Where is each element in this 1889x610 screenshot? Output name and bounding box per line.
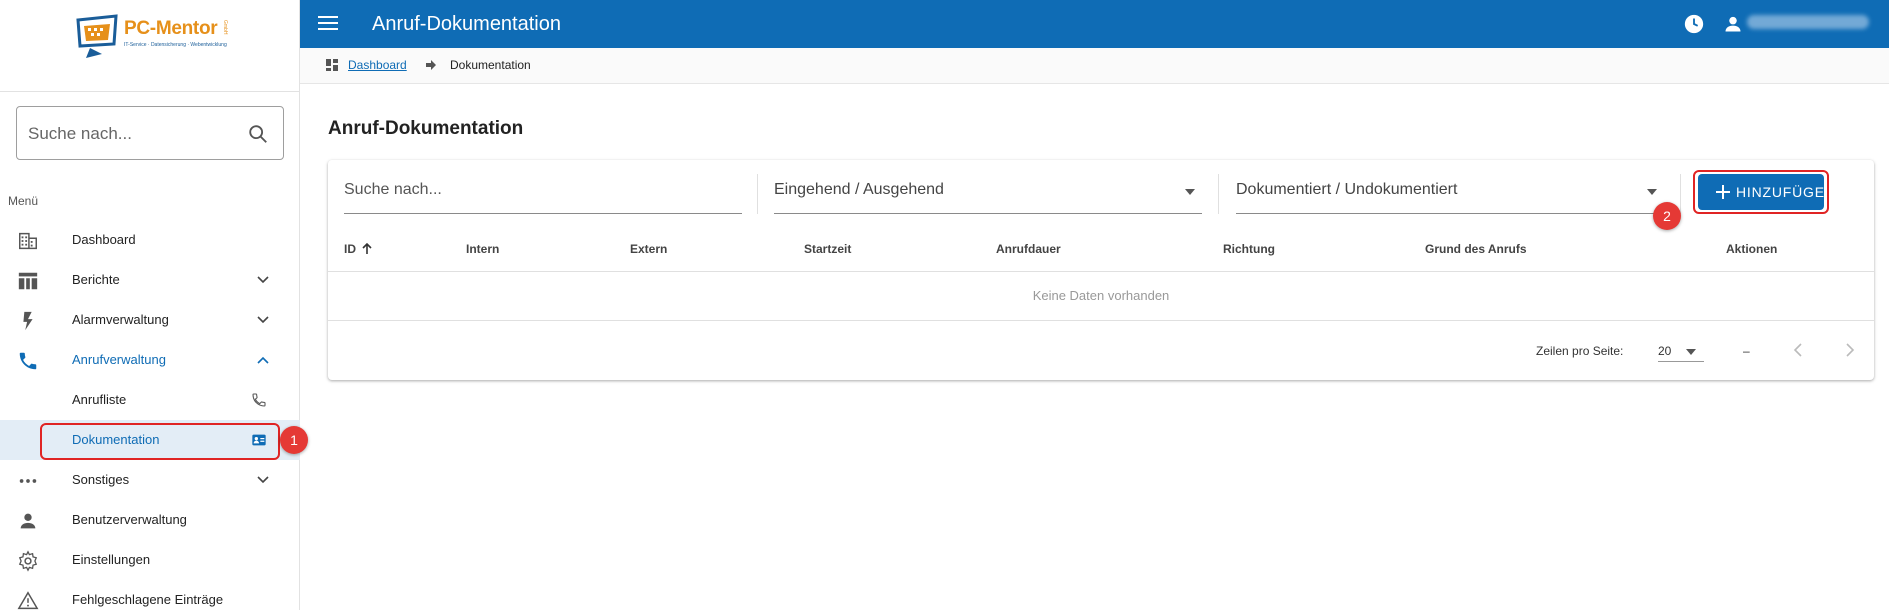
column-header-id[interactable]: ID (344, 242, 373, 256)
breadcrumb-current: Dokumentation (450, 58, 531, 72)
logo[interactable]: PC-Mentor IT-Service · Datensicherung · … (76, 12, 232, 62)
chevron-up-icon[interactable] (256, 353, 270, 367)
phone-small-icon (252, 393, 266, 407)
sidebar-item-dashboard[interactable]: Dashboard (0, 220, 300, 260)
user-name-blurred[interactable] (1747, 15, 1869, 29)
building-icon (19, 232, 37, 250)
sidebar-search-placeholder: Suche nach... (28, 124, 132, 143)
breadcrumb-dashboard-link[interactable]: Dashboard (348, 58, 407, 72)
pagination-range: – (1743, 344, 1750, 358)
documented-select[interactable]: Dokumentiert / Undokumentiert (1236, 174, 1664, 214)
sidebar-item-einstellungen[interactable]: Einstellungen (0, 540, 300, 580)
logo-title: PC-Mentor (124, 18, 218, 39)
divider (757, 174, 758, 214)
documented-select-value: Dokumentiert / Undokumentiert (1236, 181, 1458, 198)
column-header-extern[interactable]: Extern (630, 242, 667, 256)
column-header-label: ID (344, 242, 356, 256)
breadcrumb: Dashboard Dokumentation (300, 48, 1889, 84)
chevron-down-icon[interactable] (256, 313, 270, 327)
clock-icon[interactable] (1683, 13, 1705, 35)
filter-search-input[interactable]: Suche nach... (344, 174, 742, 214)
annotation-highlight-2 (1693, 170, 1829, 214)
topbar-title: Anruf-Dokumentation (372, 13, 561, 35)
logo-mark-icon (76, 14, 118, 58)
user-icon[interactable] (1723, 14, 1743, 34)
sidebar-item-label: Dashboard (72, 232, 136, 247)
rows-per-page-label: Zeilen pro Seite: (1536, 344, 1624, 358)
sidebar-item-alarmverwaltung[interactable]: Alarmverwaltung (0, 300, 300, 340)
warning-icon (17, 591, 39, 610)
column-header-richtung[interactable]: Richtung (1223, 242, 1275, 256)
chevron-down-icon[interactable] (256, 473, 270, 487)
sidebar-item-label: Einstellungen (72, 552, 151, 567)
search-icon[interactable] (247, 123, 269, 145)
sort-ascending-icon[interactable] (361, 243, 373, 255)
divider (328, 320, 1874, 321)
sidebar-item-label: Alarmverwaltung (72, 312, 169, 327)
sidebar-item-label: Fehlgeschlagene Einträge (72, 592, 224, 607)
menu-icon[interactable] (318, 15, 338, 31)
page-title: Anruf-Dokumentation (328, 118, 524, 139)
gear-icon (18, 550, 38, 572)
sidebar-item-benutzerverwaltung[interactable]: Benutzerverwaltung (0, 500, 300, 540)
menu-label: Menü (8, 194, 39, 208)
sidebar-item-label: Sonstiges (72, 472, 130, 487)
dropdown-arrow-icon (1647, 189, 1657, 195)
chevron-down-icon[interactable] (256, 273, 270, 287)
logo-subtitle: IT-Service · Datensicherung · Webentwick… (124, 42, 227, 48)
divider (1218, 174, 1219, 214)
topbar: Anruf-Dokumentation (300, 0, 1889, 48)
direction-select-value: Eingehend / Ausgehend (774, 181, 944, 198)
phone-icon (19, 352, 37, 370)
direction-select[interactable]: Eingehend / Ausgehend (774, 174, 1202, 214)
sidebar: PC-Mentor IT-Service · Datensicherung · … (0, 0, 308, 610)
divider (328, 271, 1874, 272)
annotation-badge-1: 1 (280, 426, 308, 454)
column-header-aktionen: Aktionen (1726, 242, 1778, 256)
dashboard-icon (326, 59, 338, 71)
chevron-right-icon[interactable] (1842, 341, 1858, 359)
dropdown-arrow-icon (1686, 349, 1696, 355)
arrow-right-icon (426, 60, 436, 70)
documentation-table-card: Suche nach... Eingehend / Ausgehend Doku… (328, 160, 1874, 380)
sidebar-item-label: Berichte (72, 272, 120, 287)
sidebar-item-fehlgeschlagene-eintraege[interactable]: Fehlgeschlagene Einträge (0, 580, 300, 610)
person-icon (20, 513, 36, 529)
column-header-intern[interactable]: Intern (466, 242, 499, 256)
rows-per-page-value: 20 (1658, 344, 1672, 358)
column-header-anrufdauer[interactable]: Anrufdauer (996, 242, 1061, 256)
column-header-grund[interactable]: Grund des Anrufs (1425, 242, 1527, 256)
sidebar-item-anrufliste[interactable]: Anrufliste (0, 380, 300, 420)
annotation-badge-2: 2 (1653, 202, 1681, 230)
sidebar-item-label: Anrufverwaltung (72, 352, 166, 367)
app: PC-Mentor IT-Service · Datensicherung · … (0, 0, 1889, 610)
empty-table-message: Keine Daten vorhanden (1032, 288, 1170, 303)
rows-per-page-select[interactable]: 20 (1658, 336, 1704, 362)
bolt-icon (23, 311, 33, 331)
filter-search-placeholder: Suche nach... (344, 181, 442, 198)
dropdown-arrow-icon (1185, 189, 1195, 195)
more-icon (19, 479, 37, 483)
sidebar-item-label: Anrufliste (72, 392, 127, 407)
divider (1680, 174, 1681, 214)
sidebar-item-label: Benutzerverwaltung (72, 512, 187, 527)
column-header-startzeit[interactable]: Startzeit (804, 242, 851, 256)
logo-area: PC-Mentor IT-Service · Datensicherung · … (0, 0, 300, 92)
logo-vertical-text: GmbH (222, 20, 228, 35)
sidebar-item-anrufverwaltung[interactable]: Anrufverwaltung (0, 340, 300, 380)
reports-icon (18, 272, 38, 290)
annotation-highlight-1 (40, 423, 280, 460)
sidebar-search-input[interactable]: Suche nach... (16, 106, 284, 160)
chevron-left-icon[interactable] (1790, 341, 1806, 359)
sidebar-item-sonstiges[interactable]: Sonstiges (0, 460, 300, 500)
sidebar-item-berichte[interactable]: Berichte (0, 260, 300, 300)
